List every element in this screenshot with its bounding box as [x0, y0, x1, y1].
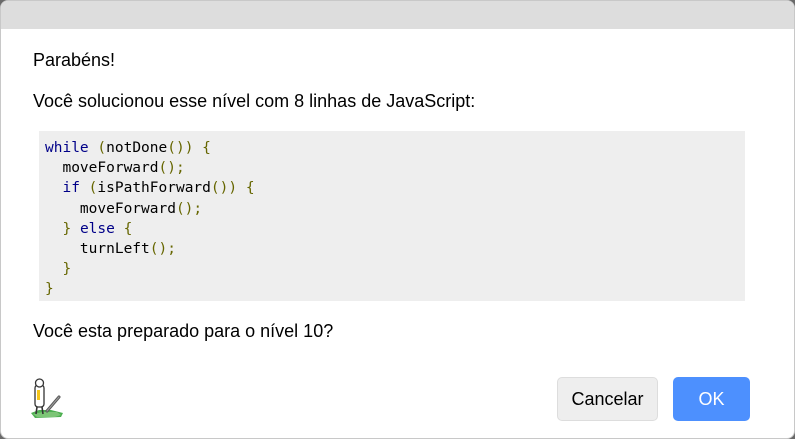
code-line: moveForward(); — [45, 158, 745, 178]
dialog-question: Você esta preparado para o nível 10? — [33, 321, 334, 341]
code-token: turnLeft — [45, 240, 150, 257]
dialog-summary: Você solucionou esse nível com 8 linhas … — [33, 91, 476, 111]
code-token: { — [202, 140, 211, 156]
code-token: { — [123, 220, 133, 237]
cancel-button[interactable]: Cancelar — [557, 377, 658, 421]
code-line: if (isPathForward()) { — [45, 178, 745, 198]
dialog-heading: Parabéns! — [33, 50, 116, 70]
code-token: (); — [158, 160, 185, 177]
code-token: isPathForward — [97, 180, 211, 197]
code-token: while — [45, 140, 89, 156]
code-token: moveForward — [45, 160, 159, 177]
code-line: moveForward(); — [45, 199, 745, 219]
code-token: { — [245, 180, 255, 197]
code-line: while (notDone()) { — [45, 138, 745, 158]
congratulations-dialog: Parabéns! Você solucionou esse nível com… — [0, 0, 795, 439]
code-token: } — [45, 281, 54, 298]
code-token: ( — [97, 140, 107, 156]
dialog-header — [1, 1, 794, 29]
code-token: (); — [149, 240, 176, 257]
code-line: } — [45, 279, 745, 299]
code-token: moveForward — [45, 200, 176, 217]
code-line: } else { — [45, 219, 745, 239]
code-token: else — [79, 220, 115, 237]
code-token: } — [62, 261, 72, 278]
code-line: } — [45, 259, 745, 279]
code-token: if — [62, 180, 80, 197]
pegman-icon — [29, 377, 67, 419]
code-token: (); — [175, 200, 203, 217]
code-token: notDone — [106, 140, 168, 156]
code-line: turnLeft(); — [45, 239, 745, 259]
dialog-body: Parabéns! Você solucionou esse nível com… — [33, 29, 757, 341]
code-token: ()) — [167, 140, 194, 156]
ok-button[interactable]: OK — [673, 377, 750, 421]
code-token: } — [62, 220, 72, 237]
code-block: while (notDone()) { moveForward(); if (i… — [39, 131, 745, 301]
code-token: ()) — [210, 180, 238, 197]
